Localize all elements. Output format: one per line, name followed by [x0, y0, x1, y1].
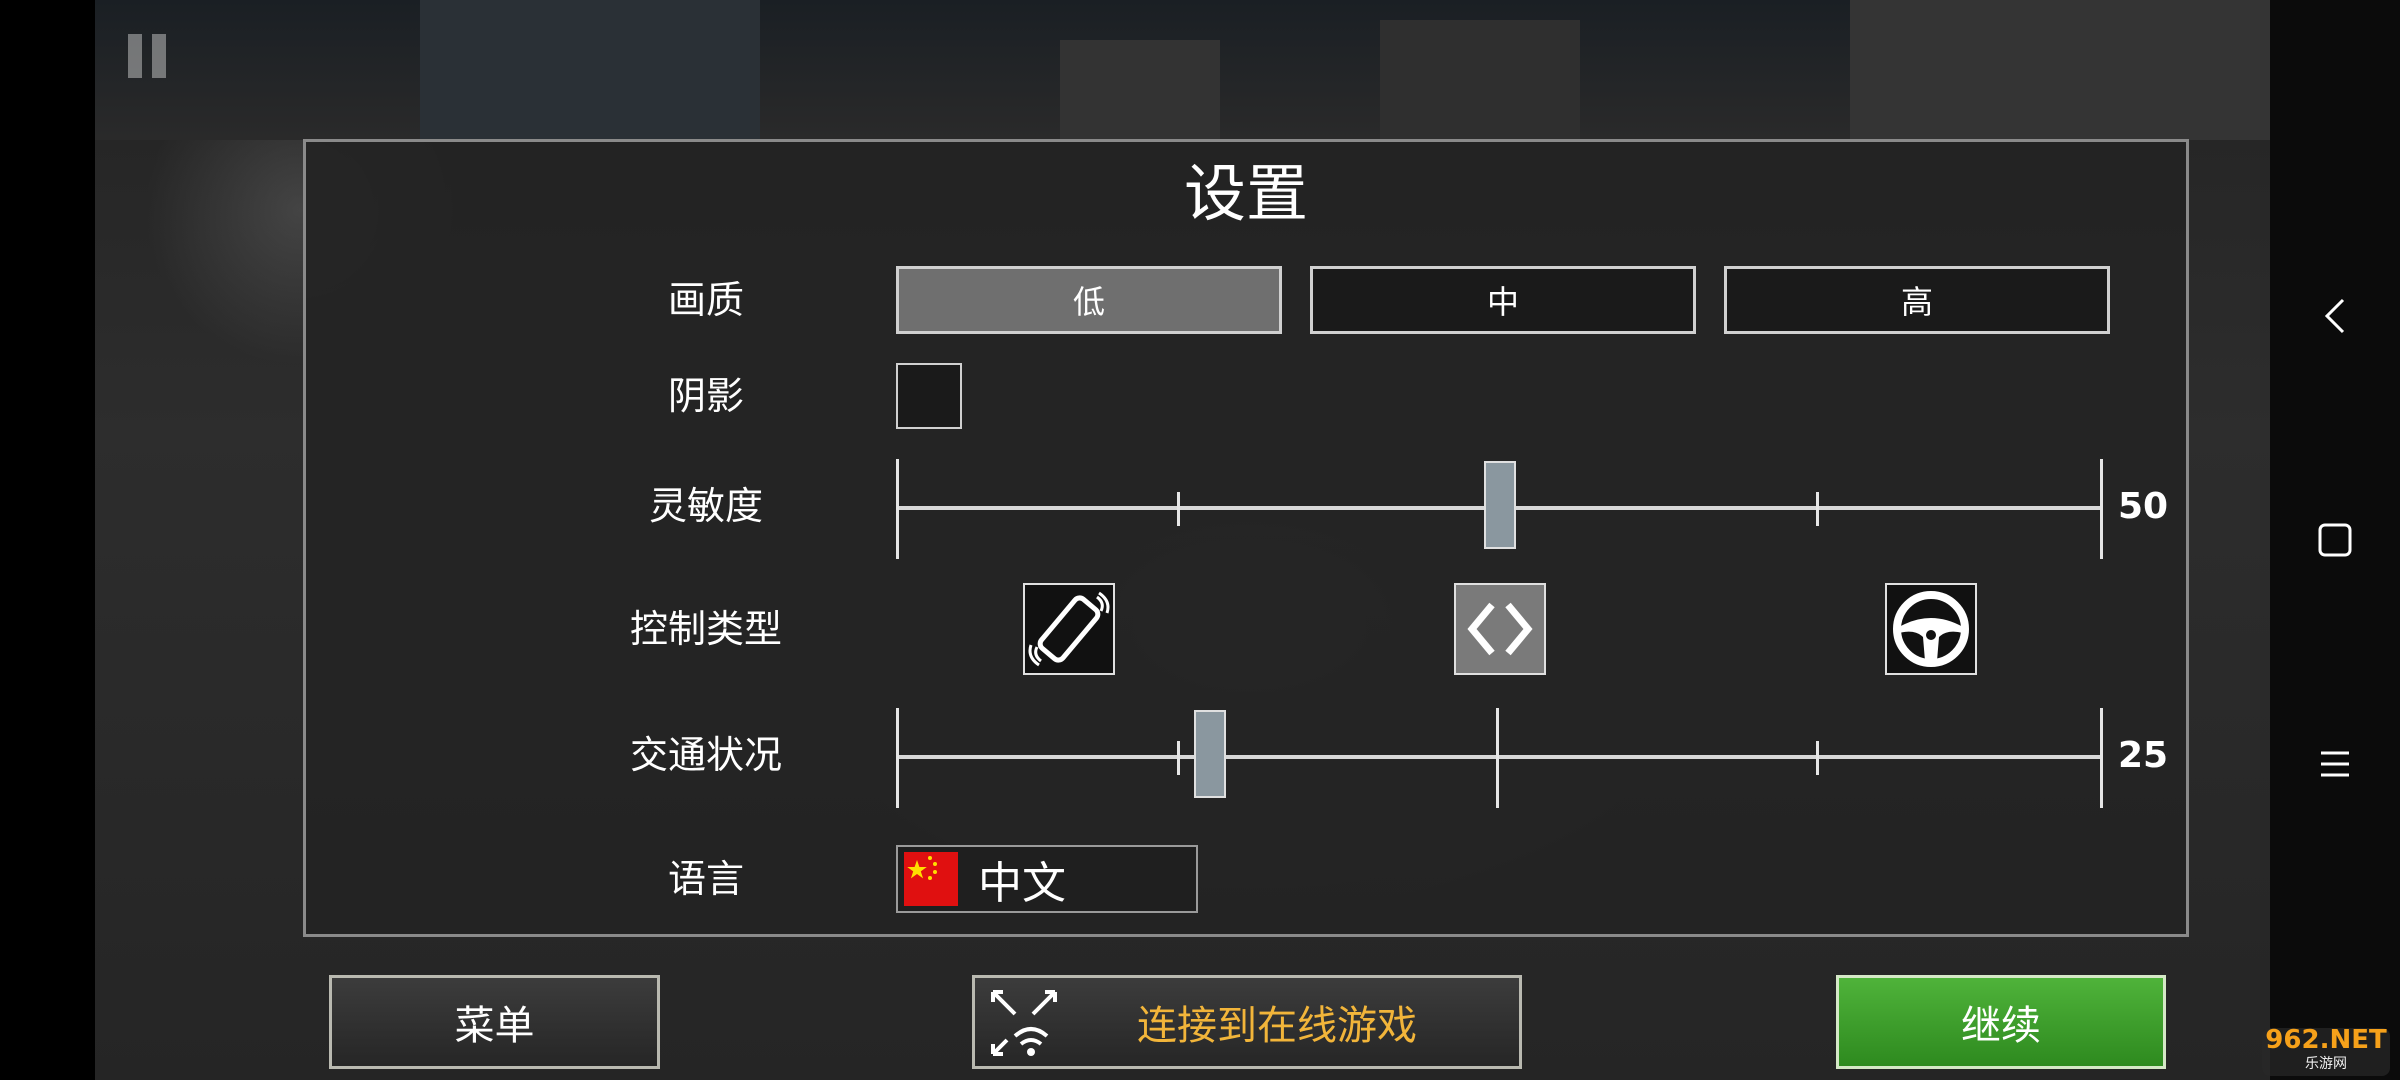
online-multiplayer-icon: [985, 984, 1063, 1062]
watermark-sub: 乐游网: [2305, 1056, 2347, 1072]
slider-min-cap: [896, 459, 899, 559]
building: [1060, 40, 1220, 140]
slider-tick: [1177, 741, 1180, 775]
sensitivity-slider[interactable]: [896, 459, 2103, 559]
system-navigation-bar: [2270, 0, 2400, 1080]
building: [1850, 0, 2270, 140]
traffic-value: 25: [2118, 735, 2169, 776]
shadow-label: 阴影: [667, 374, 744, 418]
quality-high-button[interactable]: 高: [1724, 266, 2110, 334]
continue-button[interactable]: 继续: [1836, 975, 2166, 1069]
quality-low-button[interactable]: 低: [896, 266, 1282, 334]
traffic-label: 交通状况: [629, 733, 782, 777]
menu-button[interactable]: 菜单: [329, 975, 660, 1069]
left-letterbox: [0, 0, 95, 1080]
sensitivity-value: 50: [2118, 486, 2169, 527]
menu-lines-icon[interactable]: [2270, 724, 2400, 804]
slider-tick: [1177, 492, 1180, 526]
building: [1380, 20, 1580, 140]
sensitivity-slider-handle[interactable]: [1484, 461, 1516, 549]
slider-max-cap: [2100, 459, 2103, 559]
slider-track: [896, 755, 2103, 759]
slider-min-cap: [896, 708, 899, 808]
steering-wheel-icon[interactable]: [1885, 583, 1977, 675]
slider-max-cap: [2100, 708, 2103, 808]
connect-online-button[interactable]: 连接到在线游戏: [972, 975, 1522, 1069]
traffic-slider[interactable]: [896, 708, 2103, 808]
menu-button-label: 菜单: [454, 1003, 535, 1049]
slider-tick: [1816, 741, 1819, 775]
connect-online-label: 连接到在线游戏: [1137, 1003, 1417, 1049]
traffic-slider-handle[interactable]: [1194, 710, 1226, 798]
slider-tick: [1816, 492, 1819, 526]
pause-icon[interactable]: [128, 34, 168, 78]
language-label: 语言: [667, 857, 744, 901]
control-type-label: 控制类型: [629, 607, 782, 651]
language-selector[interactable]: 中文: [896, 845, 1198, 913]
home-square-icon[interactable]: [2270, 500, 2400, 580]
building: [420, 0, 760, 140]
slider-tick: [1496, 708, 1499, 808]
watermark-brand: 962.NET: [2265, 1025, 2387, 1055]
language-value: 中文: [978, 858, 1066, 909]
arrows-icon[interactable]: [1454, 583, 1546, 675]
shadow-checkbox[interactable]: [896, 363, 962, 429]
china-flag-icon: [904, 852, 958, 906]
tilt-phone-icon[interactable]: [1023, 583, 1115, 675]
continue-button-label: 继续: [1961, 1003, 2041, 1049]
quality-medium-button[interactable]: 中: [1310, 266, 1696, 334]
back-icon[interactable]: [2270, 276, 2400, 356]
settings-title: 设置: [1183, 157, 1308, 230]
quality-label: 画质: [667, 278, 744, 322]
watermark-logo: 962.NET 乐游网: [2262, 1025, 2390, 1076]
sensitivity-label: 灵敏度: [648, 484, 763, 528]
settings-panel: 设置 画质 低 中 高 阴影 灵敏度 50 控制类型 交通状况 25 语言 中文: [303, 139, 2189, 937]
